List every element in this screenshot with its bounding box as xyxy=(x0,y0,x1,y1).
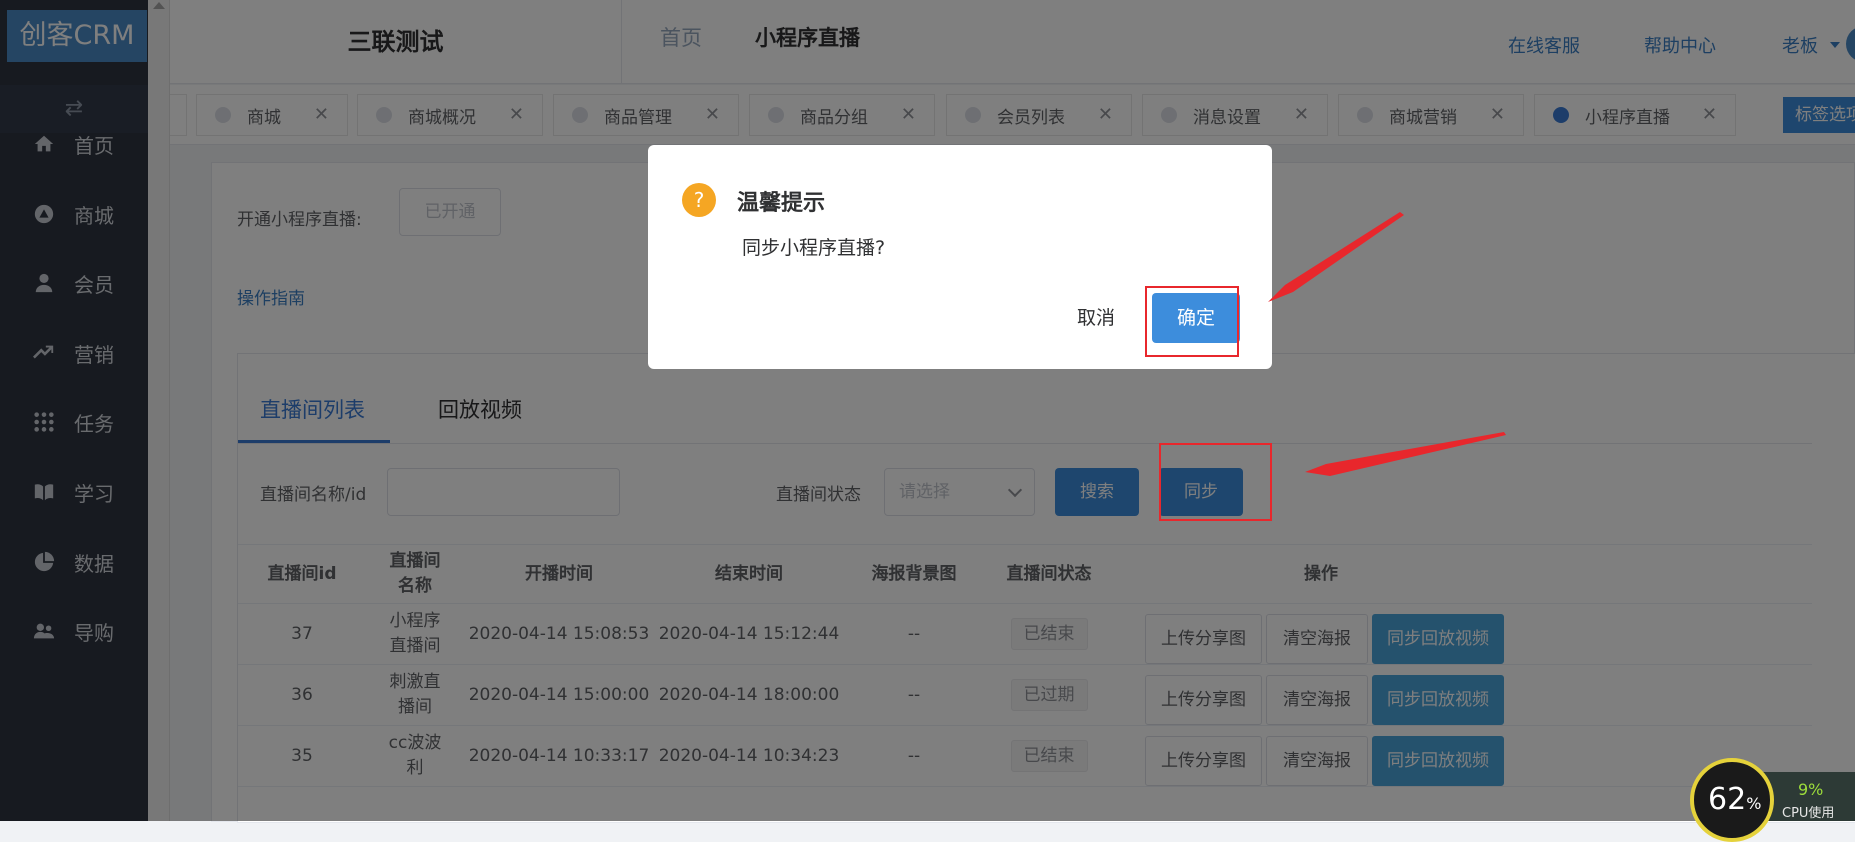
cancel-button[interactable]: 取消 xyxy=(1048,297,1144,339)
confirm-highlight-box xyxy=(1145,286,1239,357)
dialog-title: 温馨提示 xyxy=(737,191,826,216)
cpu-monitor-widget[interactable]: 62% 9% CPU使用 xyxy=(1690,758,1855,842)
dialog-message: 同步小程序直播? xyxy=(742,237,886,259)
sync-highlight-box xyxy=(1159,443,1272,521)
modal-overlay[interactable] xyxy=(0,0,1855,821)
cpu-percent: 62% xyxy=(1708,782,1761,817)
cpu-percent-sign: % xyxy=(1746,794,1762,813)
cpu-label: CPU使用 xyxy=(1782,806,1835,821)
cpu-percent-value: 62 xyxy=(1708,782,1747,817)
warning-question-icon: ? xyxy=(682,183,716,217)
cpu-secondary: 9% xyxy=(1798,780,1824,799)
